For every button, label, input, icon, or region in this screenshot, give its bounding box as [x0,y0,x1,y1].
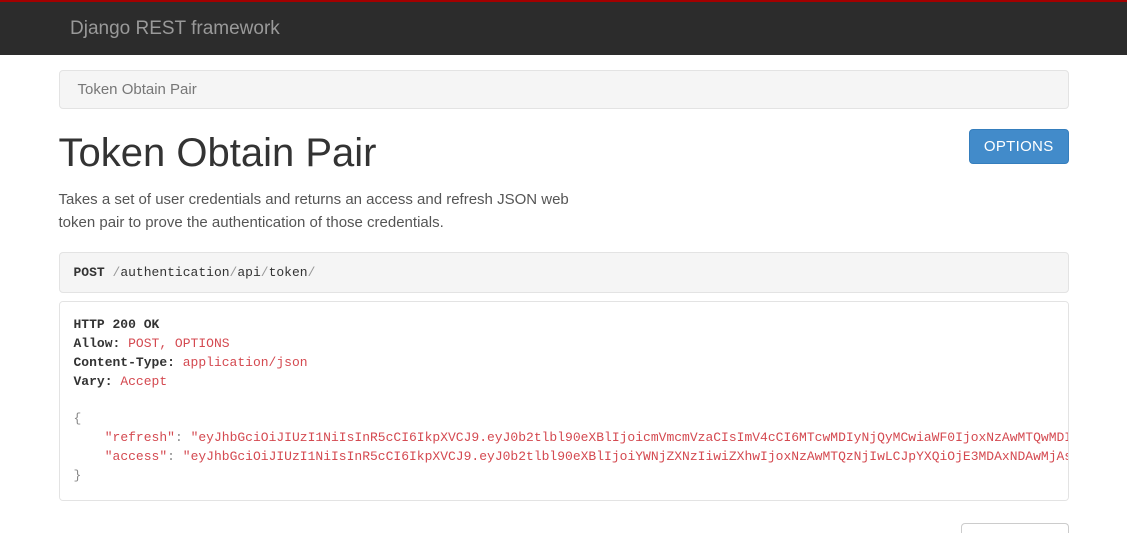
header-value: POST, OPTIONS [128,336,229,351]
json-key: "access" [105,449,167,464]
json-brace: { [74,411,82,426]
partial-control[interactable] [961,523,1069,533]
json-colon: : [167,449,175,464]
breadcrumb: Token Obtain Pair [59,70,1069,109]
navbar: Django REST framework [0,2,1127,55]
options-button[interactable]: OPTIONS [969,129,1069,164]
path-segment: authentication [120,265,229,280]
brand-link[interactable]: Django REST framework [70,18,280,40]
status-line: HTTP 200 OK [74,317,160,332]
path-slash: / [308,265,316,280]
json-brace: } [74,468,82,483]
request-method: POST [74,265,113,280]
json-string: "eyJhbGciOiJIUzI1NiIsInR5cCI6IkpXVCJ9.ey… [183,449,1069,464]
endpoint-description: Takes a set of user credentials and retu… [59,189,599,234]
response-box: HTTP 200 OK Allow: POST, OPTIONS Content… [59,301,1069,501]
main-container: Token Obtain Pair Token Obtain Pair OPTI… [59,55,1069,533]
header-value: Accept [120,374,167,389]
header-name: Vary: [74,374,113,389]
json-colon: : [175,430,183,445]
header-value: application/json [183,355,308,370]
path-segment: api [237,265,260,280]
header-name: Content-Type: [74,355,175,370]
request-line: POST /authentication/api/token/ [59,252,1069,293]
json-key: "refresh" [105,430,175,445]
page-header-row: Token Obtain Pair OPTIONS [59,129,1069,177]
bottom-button-row [59,523,1069,533]
page-title: Token Obtain Pair [59,129,377,177]
path-slash: / [261,265,269,280]
path-segment: token [269,265,308,280]
header-name: Allow: [74,336,121,351]
json-string: "eyJhbGciOiJIUzI1NiIsInR5cCI6IkpXVCJ9.ey… [191,430,1069,445]
breadcrumb-item[interactable]: Token Obtain Pair [78,81,197,98]
